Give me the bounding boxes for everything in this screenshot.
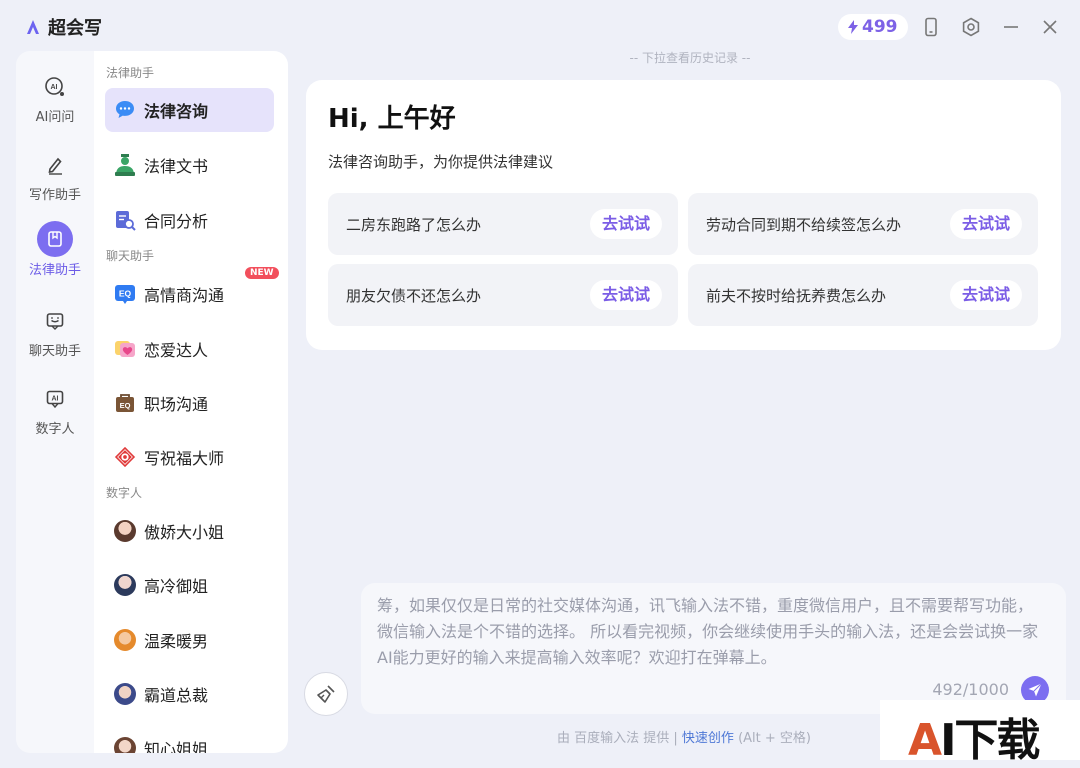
menu-item-label: 职场沟通 <box>144 395 209 414</box>
footer-provider: 由 百度输入法 提供 | <box>557 731 678 746</box>
rail-item-writing[interactable]: 写作助手 <box>16 148 94 203</box>
menu-item-label: 合同分析 <box>144 212 209 231</box>
avatar <box>114 683 136 705</box>
suggestion-text: 朋友欠债不还怎么办 <box>346 287 482 305</box>
rail-label: 聊天助手 <box>28 344 81 359</box>
history-hint[interactable]: -- 下拉查看历史记录 -- <box>540 49 840 66</box>
menu-item-label: 法律咨询 <box>144 102 209 121</box>
eq-icon: EQ <box>114 283 136 305</box>
rail-item-digital-human[interactable]: AI 数字人 <box>16 382 94 437</box>
menu-item-label: 温柔暖男 <box>144 632 209 651</box>
rail-label: AI问问 <box>35 110 75 125</box>
try-button[interactable]: 去试试 <box>590 280 662 310</box>
pen-icon <box>38 148 72 182</box>
menu-item-label: 写祝福大师 <box>144 449 225 468</box>
menu-item-contract-analysis[interactable]: 合同分析 <box>105 198 274 242</box>
svg-text:AI: AI <box>51 84 58 91</box>
watermark: AI下载 <box>880 700 1080 766</box>
menu-item-label: 高冷御姐 <box>144 577 209 596</box>
avatar <box>114 520 136 542</box>
suggestion-card[interactable]: 朋友欠债不还怎么办 去试试 <box>328 264 678 326</box>
svg-text:AI: AI <box>52 396 59 403</box>
menu-item-digital-2[interactable]: 高冷御姐 <box>105 563 274 607</box>
heart-icon <box>114 338 136 360</box>
rail-item-chat[interactable]: 聊天助手 <box>16 304 94 359</box>
menu-item-label: 霸道总裁 <box>144 686 209 705</box>
app-logo-icon <box>27 20 39 34</box>
suggestion-card[interactable]: 劳动合同到期不给续签怎么办 去试试 <box>688 193 1038 255</box>
app-title: 超会写 <box>48 18 102 39</box>
greeting: Hi, 上午好 <box>328 104 456 134</box>
menu-item-digital-1[interactable]: 傲娇大小姐 <box>105 509 274 553</box>
footer-shortcut: (Alt + 空格) <box>738 731 811 746</box>
blessing-icon <box>114 446 136 468</box>
suggestion-card[interactable]: 二房东跑路了怎么办 去试试 <box>328 193 678 255</box>
send-icon <box>1028 683 1042 697</box>
welcome-panel: Hi, 上午好 法律咨询助手，为你提供法律建议 二房东跑路了怎么办 去试试 劳动… <box>306 80 1061 350</box>
ai-chat-icon: AI <box>38 70 72 104</box>
suggestion-card[interactable]: 前夫不按时给抚养费怎么办 去试试 <box>688 264 1038 326</box>
consult-bubble-icon <box>114 99 136 121</box>
ai-avatar-icon: AI <box>38 382 72 416</box>
rail-label: 数字人 <box>35 422 75 437</box>
assistant-subtitle: 法律咨询助手，为你提供法律建议 <box>328 153 554 171</box>
suggestion-text: 劳动合同到期不给续签怎么办 <box>706 216 902 234</box>
try-button[interactable]: 去试试 <box>950 209 1022 239</box>
broom-icon <box>317 685 335 703</box>
points-badge[interactable]: 499 <box>838 14 908 40</box>
quick-create-link[interactable]: 快速创作 <box>682 731 734 746</box>
message-composer[interactable]: 筹，如果仅仅是日常的社交媒体沟通，讯飞输入法不错，重度微信用户，且不需要帮写功能… <box>361 583 1066 714</box>
new-badge: NEW <box>245 267 279 279</box>
group-label-chat: 聊天助手 <box>106 249 155 263</box>
watermark-text: AI下载 <box>908 715 1040 766</box>
document-icon <box>37 221 73 257</box>
footer-note: 由 百度输入法 提供 | 快速创作 (Alt + 空格) <box>557 727 811 746</box>
nav-rail: AI AI问问 写作助手 法律助手 聊天助手 AI 数字人 <box>16 51 94 753</box>
try-button[interactable]: 去试试 <box>590 209 662 239</box>
title-bar: 超会写 499 <box>0 0 1080 52</box>
minimize-icon[interactable] <box>1001 17 1021 37</box>
feature-menu: 法律助手 法律咨询 法律文书 合同分析 聊天助手 EQ 高情商沟通 NEW 恋爱… <box>94 51 288 753</box>
menu-item-label: 恋爱达人 <box>144 341 209 360</box>
lawyer-icon <box>114 154 136 176</box>
menu-item-workplace[interactable]: EQ 职场沟通 <box>105 381 274 425</box>
menu-item-label: 傲娇大小姐 <box>144 523 225 542</box>
group-label-digital: 数字人 <box>106 486 143 500</box>
menu-item-digital-5[interactable]: 知心姐姐 <box>105 726 274 753</box>
menu-item-digital-3[interactable]: 温柔暖男 <box>105 618 274 662</box>
avatar <box>114 574 136 596</box>
menu-item-legal-docs[interactable]: 法律文书 <box>105 143 274 187</box>
points-value: 499 <box>862 17 898 37</box>
menu-item-label: 知心姐姐 <box>144 740 209 753</box>
menu-item-digital-4[interactable]: 霸道总裁 <box>105 672 274 716</box>
group-label-legal: 法律助手 <box>106 66 155 80</box>
chat-bubble-icon <box>38 304 72 338</box>
mobile-icon[interactable] <box>921 17 941 37</box>
menu-item-love-expert[interactable]: 恋爱达人 <box>105 327 274 371</box>
menu-item-blessing[interactable]: 写祝福大师 <box>105 435 274 479</box>
svg-text:EQ: EQ <box>119 289 132 299</box>
menu-item-legal-consult[interactable]: 法律咨询 <box>105 88 274 132</box>
suggestion-text: 前夫不按时给抚养费怎么办 <box>706 287 887 305</box>
lightning-icon <box>848 20 858 34</box>
rail-label: 法律助手 <box>28 263 81 278</box>
suggestion-text: 二房东跑路了怎么办 <box>346 216 482 234</box>
svg-text:EQ: EQ <box>120 401 131 410</box>
rail-item-ai-chat[interactable]: AI AI问问 <box>16 70 94 125</box>
contract-search-icon <box>114 209 136 231</box>
char-counter: 492/1000 <box>932 680 1009 699</box>
rail-label: 写作助手 <box>28 188 81 203</box>
close-icon[interactable] <box>1040 17 1060 37</box>
clear-chat-button[interactable] <box>304 672 348 716</box>
message-input[interactable]: 筹，如果仅仅是日常的社交媒体沟通，讯飞输入法不错，重度微信用户，且不需要帮写功能… <box>377 593 1047 671</box>
settings-icon[interactable] <box>961 17 981 37</box>
menu-item-label: 法律文书 <box>144 157 209 176</box>
try-button[interactable]: 去试试 <box>950 280 1022 310</box>
app-brand: 超会写 <box>24 14 102 40</box>
avatar <box>114 737 136 753</box>
avatar <box>114 629 136 651</box>
briefcase-icon: EQ <box>114 392 136 414</box>
menu-item-label: 高情商沟通 <box>144 286 225 305</box>
rail-item-legal[interactable]: 法律助手 <box>16 221 94 278</box>
